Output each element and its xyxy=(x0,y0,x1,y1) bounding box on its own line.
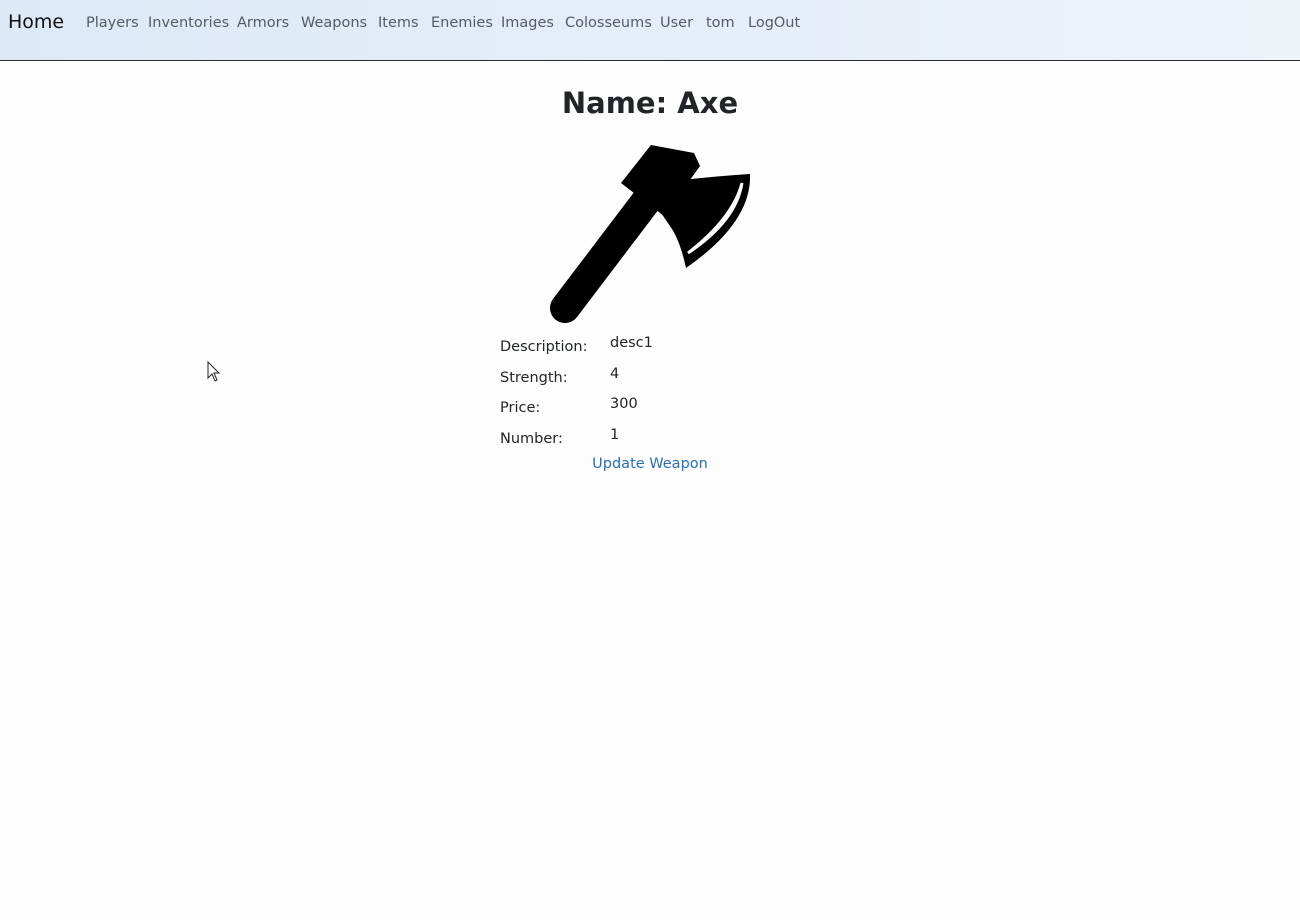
number-value: 1 xyxy=(610,427,620,443)
number-label: Number: xyxy=(500,431,563,447)
nav-link-logout[interactable]: LogOut xyxy=(748,15,800,31)
nav-link-inventories[interactable]: Inventories xyxy=(148,15,229,31)
weapon-name-title: Name: Axe xyxy=(561,86,739,120)
strength-value: 4 xyxy=(610,366,620,382)
strength-label: Strength: xyxy=(500,370,568,386)
nav-link-username[interactable]: tom xyxy=(706,15,735,31)
nav-link-armors[interactable]: Armors xyxy=(237,15,289,31)
mouse-cursor-icon xyxy=(207,360,221,383)
nav-link-items[interactable]: Items xyxy=(378,15,419,31)
price-label: Price: xyxy=(500,400,541,416)
nav-link-weapons[interactable]: Weapons xyxy=(301,15,367,31)
description-label: Description: xyxy=(500,339,588,355)
nav-link-images[interactable]: Images xyxy=(501,15,554,31)
nav-link-user[interactable]: User xyxy=(660,15,693,31)
price-value: 300 xyxy=(610,396,638,412)
nav-home-link[interactable]: Home xyxy=(8,11,64,33)
nav-link-colosseums[interactable]: Colosseums xyxy=(565,15,652,31)
update-weapon-link[interactable]: Update Weapon xyxy=(592,456,708,472)
description-value: desc1 xyxy=(610,335,653,351)
axe-icon xyxy=(545,138,755,328)
top-navbar: Home Players Inventories Armors Weapons … xyxy=(0,0,1300,61)
nav-link-enemies[interactable]: Enemies xyxy=(431,15,493,31)
nav-link-players[interactable]: Players xyxy=(86,15,139,31)
update-weapon-container: Update Weapon xyxy=(0,456,1300,472)
